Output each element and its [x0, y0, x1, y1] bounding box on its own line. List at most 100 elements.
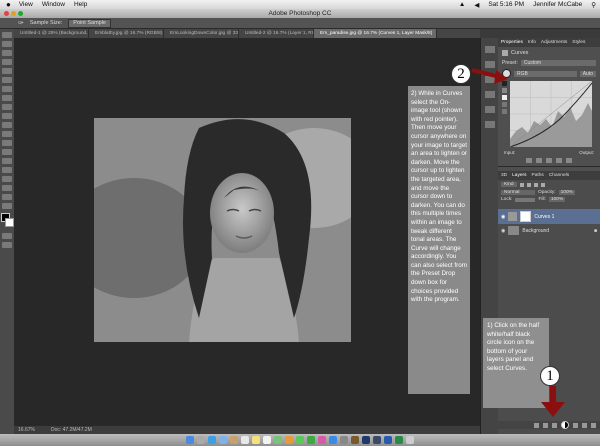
bridge-icon[interactable] [351, 436, 359, 444]
color-swatches[interactable] [1, 213, 14, 229]
add-mask-icon[interactable] [552, 422, 557, 428]
tab-styles[interactable]: Styles [572, 39, 585, 46]
tab-properties[interactable]: Properties [501, 39, 523, 46]
new-group-icon[interactable] [573, 422, 578, 428]
doc-tab[interactable]: Emblathy.jpg @ 16.7% (RGB/8) [89, 29, 164, 38]
background-color[interactable] [5, 218, 14, 227]
layer-row-curves[interactable]: ◉ Curves 1 [498, 209, 600, 224]
menu-view[interactable]: View [19, 1, 33, 8]
zoom-window-button[interactable] [18, 11, 23, 16]
link-layers-icon[interactable] [534, 422, 539, 428]
clip-to-layer-icon[interactable] [526, 158, 532, 163]
tab-info[interactable]: Info [528, 39, 536, 46]
clone-stamp-tool-icon[interactable] [2, 104, 12, 110]
opacity-field[interactable]: 100% [558, 190, 575, 195]
eye-icon[interactable]: ◉ [501, 228, 505, 234]
eye-icon[interactable]: ◉ [501, 214, 505, 220]
brush-tool-icon[interactable] [2, 95, 12, 101]
layer-mask-thumbnail[interactable] [520, 211, 532, 222]
layer-name[interactable]: Curves 1 [534, 214, 554, 220]
menu-window[interactable]: Window [42, 1, 65, 8]
move-tool-icon[interactable] [2, 32, 12, 38]
doc-tab[interactable]: EmLookingDownColor.jpg @ 33.3% [164, 29, 239, 38]
crop-tool-icon[interactable] [2, 68, 12, 74]
history-brush-tool-icon[interactable] [2, 113, 12, 119]
auto-button[interactable]: Auto [579, 70, 596, 77]
reset-icon[interactable] [546, 158, 552, 163]
delete-layer-icon[interactable] [591, 422, 596, 428]
mail-icon[interactable] [219, 436, 227, 444]
eraser-tool-icon[interactable] [2, 122, 12, 128]
paragraph-panel-icon[interactable] [485, 121, 495, 128]
document-image[interactable] [94, 118, 351, 342]
quick-mask-icon[interactable] [2, 233, 12, 239]
doc-tab[interactable]: Untitled-1 @ 25% (Background, RGB... [14, 29, 89, 38]
trash-dock-icon[interactable] [406, 436, 414, 444]
photos-icon[interactable] [285, 436, 293, 444]
messages-icon[interactable] [296, 436, 304, 444]
eyedropper-gray-icon[interactable] [502, 88, 507, 93]
tab-channels[interactable]: Channels [549, 172, 569, 179]
history-panel-icon[interactable] [485, 46, 495, 53]
quick-select-tool-icon[interactable] [2, 59, 12, 65]
photoshop-icon[interactable] [362, 436, 370, 444]
eyedropper-tool-icon[interactable]: ✑ [18, 19, 24, 27]
trash-icon[interactable] [566, 158, 572, 163]
eyedropper-tool-icon[interactable] [2, 77, 12, 83]
finder-icon[interactable] [186, 436, 194, 444]
notes-icon[interactable] [252, 436, 260, 444]
launchpad-icon[interactable] [197, 436, 205, 444]
lightroom-icon[interactable] [373, 436, 381, 444]
eyedropper-white-icon[interactable] [502, 95, 507, 100]
clock[interactable]: Sat 5:16 PM [488, 1, 524, 8]
hand-tool-icon[interactable] [2, 194, 12, 200]
preset-select[interactable]: Custom [520, 60, 596, 66]
menu-help[interactable]: Help [74, 1, 87, 8]
zoom-readout[interactable]: 16.67% [18, 427, 35, 433]
apple-icon[interactable]: ● [6, 0, 11, 9]
blur-tool-icon[interactable] [2, 140, 12, 146]
curves-graph[interactable] [510, 81, 592, 147]
lock-icons[interactable] [515, 197, 536, 202]
layer-row-background[interactable]: ◉ Background ■ [498, 224, 600, 237]
tab-layers[interactable]: Layers [512, 172, 526, 179]
channel-select[interactable]: RGB [514, 70, 577, 77]
pen-tool-icon[interactable] [2, 158, 12, 164]
reminders-icon[interactable] [263, 436, 271, 444]
maps-icon[interactable] [274, 436, 282, 444]
dodge-tool-icon[interactable] [2, 149, 12, 155]
facetime-icon[interactable] [307, 436, 315, 444]
calendar-icon[interactable] [241, 436, 249, 444]
marquee-tool-icon[interactable] [2, 41, 12, 47]
type-tool-icon[interactable] [2, 167, 12, 173]
tab-paths[interactable]: Paths [532, 172, 544, 179]
gradient-tool-icon[interactable] [2, 131, 12, 137]
adjustment-layer-icon[interactable] [561, 421, 569, 429]
layer-name[interactable]: Background [522, 228, 549, 234]
visibility-icon[interactable] [556, 158, 562, 163]
doc-tab-active[interactable]: Em_paradise.jpg @ 16.7% (Curves 1, Layer… [314, 29, 437, 38]
lock-icon[interactable]: ■ [594, 228, 597, 234]
minimize-window-button[interactable] [11, 11, 16, 16]
shape-tool-icon[interactable] [2, 185, 12, 191]
lasso-tool-icon[interactable] [2, 50, 12, 56]
healing-brush-tool-icon[interactable] [2, 86, 12, 92]
new-layer-icon[interactable] [582, 422, 587, 428]
close-window-button[interactable] [4, 11, 9, 16]
contacts-icon[interactable] [230, 436, 238, 444]
view-previous-icon[interactable] [536, 158, 542, 163]
word-icon[interactable] [384, 436, 392, 444]
path-select-tool-icon[interactable] [2, 176, 12, 182]
curve-pencil-icon[interactable] [502, 109, 507, 114]
excel-icon[interactable] [395, 436, 403, 444]
clone-source-panel-icon[interactable] [485, 91, 495, 98]
app-store-icon[interactable] [329, 436, 337, 444]
volume-icon[interactable]: ◀ [474, 1, 479, 9]
filter-adjustment-icon[interactable] [526, 182, 531, 187]
curve-point-icon[interactable] [502, 102, 507, 107]
sample-size-select[interactable]: Point Sample [68, 18, 111, 28]
safari-icon[interactable] [208, 436, 216, 444]
filter-type-icon[interactable] [533, 182, 538, 187]
character-panel-icon[interactable] [485, 106, 495, 113]
tab-3d[interactable]: 3D [501, 172, 507, 179]
